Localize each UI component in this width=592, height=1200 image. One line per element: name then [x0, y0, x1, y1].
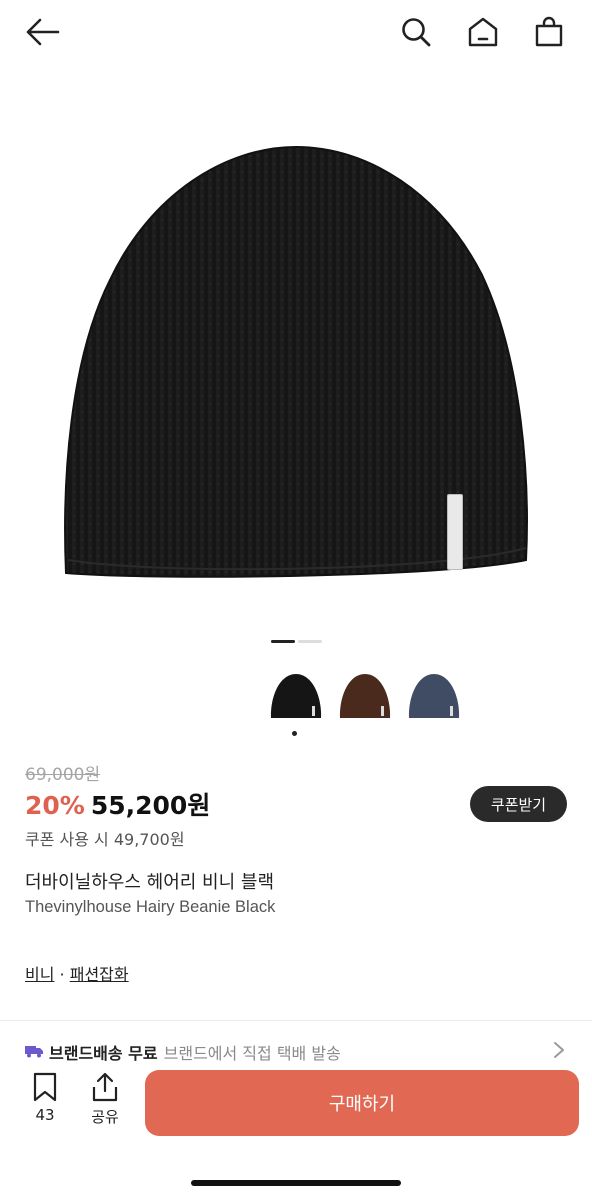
coupon-button[interactable]: 쿠폰받기 — [470, 786, 567, 822]
sale-price-row: 20% 55,200원 — [25, 786, 210, 822]
back-arrow-icon[interactable] — [20, 10, 64, 54]
bookmark-count: 43 — [35, 1106, 55, 1124]
shipping-title: 브랜드배송 무료 — [49, 1044, 158, 1063]
discount-rate: 20% — [25, 791, 85, 820]
delivery-truck-icon — [25, 1043, 43, 1062]
category-breadcrumb: 비니 · 패션잡화 — [25, 961, 129, 985]
thumbnail-selected-dot — [292, 731, 297, 736]
search-icon[interactable] — [394, 10, 438, 54]
bookmark-button[interactable]: 43 — [22, 1072, 68, 1124]
home-indicator — [191, 1180, 401, 1186]
color-thumbnail-blue-gray[interactable] — [405, 668, 463, 726]
category-separator: · — [59, 965, 65, 984]
section-divider — [0, 1020, 592, 1021]
brand-label-tag — [447, 494, 463, 570]
category-link-secondary[interactable]: 패션잡화 — [70, 965, 129, 984]
pager-inactive — [298, 640, 322, 643]
color-thumbnail-black[interactable] — [267, 668, 325, 726]
chevron-right-icon[interactable] — [552, 1040, 566, 1064]
product-name-ko: 더바이닐하우스 헤어리 비니 블랙 — [25, 872, 275, 893]
shipping-info[interactable]: 브랜드배송 무료 브랜드에서 직접 택배 발송 — [25, 1040, 341, 1064]
shopping-bag-icon[interactable] — [527, 10, 571, 54]
color-thumbnail-brown[interactable] — [336, 668, 394, 726]
share-button[interactable]: 공유 — [82, 1072, 128, 1127]
home-icon[interactable] — [461, 10, 505, 54]
coupon-price: 쿠폰 사용 시 49,700원 — [25, 830, 185, 849]
category-link-primary[interactable]: 비니 — [25, 965, 54, 984]
pager-active — [271, 640, 295, 643]
product-image[interactable] — [0, 64, 592, 624]
share-label: 공유 — [91, 1108, 119, 1126]
bookmark-icon — [32, 1072, 58, 1106]
original-price: 69,000원 — [25, 765, 101, 785]
buy-button[interactable]: 구매하기 — [145, 1070, 579, 1136]
product-name-en: Thevinylhouse Hairy Beanie Black — [25, 898, 276, 916]
share-icon — [91, 1072, 119, 1106]
shipping-detail: 브랜드에서 직접 택배 발송 — [163, 1044, 341, 1063]
sale-price: 55,200원 — [90, 791, 211, 820]
